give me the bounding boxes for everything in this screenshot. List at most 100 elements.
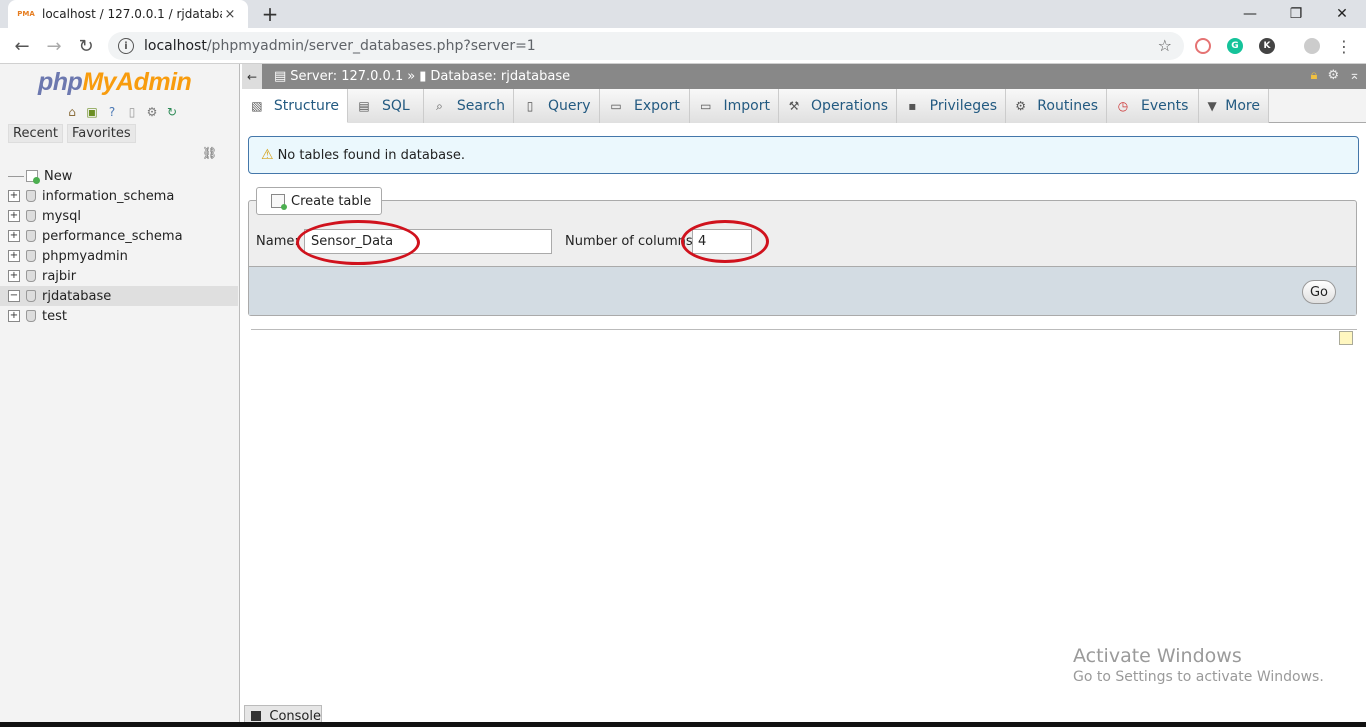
- reload-nav-icon[interactable]: ↻: [164, 104, 180, 120]
- num-columns-label: Number of columns:: [565, 234, 698, 249]
- import-icon: ▭: [700, 99, 712, 113]
- create-table-legend: Create table: [256, 187, 383, 215]
- database-menu-tabs: ▧ Structure ▤ SQL ⌕ Search ▯ Query ▭ Exp…: [242, 89, 1366, 123]
- navigation-panel: phpMyAdmin ⌂ ▣ ? ▯ ⚙ ↻ Recent Favorites …: [0, 64, 240, 727]
- url-host: localhost: [144, 38, 207, 54]
- recent-tab[interactable]: Recent: [8, 124, 63, 143]
- table-add-icon: [271, 194, 287, 210]
- query-icon: ▯: [526, 99, 534, 113]
- database-icon: [26, 190, 36, 202]
- warning-icon: ⚠: [261, 147, 274, 163]
- minimize-panel-icon[interactable]: ⌅: [1349, 68, 1360, 83]
- tab-privileges[interactable]: ▪ Privileges: [897, 89, 1006, 123]
- profile-avatar[interactable]: [1304, 38, 1320, 54]
- db-item-performance-schema[interactable]: + performance_schema: [0, 226, 238, 246]
- expand-icon[interactable]: +: [8, 310, 20, 322]
- adblock-extension-icon[interactable]: [1195, 38, 1211, 54]
- database-icon: [26, 230, 36, 242]
- tab-close-icon[interactable]: ×: [222, 7, 238, 22]
- expand-icon[interactable]: +: [8, 190, 20, 202]
- restore-button[interactable]: ❐: [1273, 0, 1319, 28]
- phpmyadmin-logo[interactable]: phpMyAdmin: [38, 68, 192, 97]
- privileges-icon: ▪: [908, 99, 917, 113]
- browser-menu-button[interactable]: ⋮: [1332, 34, 1356, 58]
- new-tab-button[interactable]: +: [258, 2, 282, 26]
- new-database-item[interactable]: New: [0, 166, 238, 186]
- note-icon[interactable]: [1339, 331, 1353, 345]
- tab-routines[interactable]: ⚙ Routines: [1006, 89, 1107, 123]
- breadcrumb-database[interactable]: ▮ Database: rjdatabase: [419, 69, 570, 84]
- tab-query[interactable]: ▯ Query: [514, 89, 600, 123]
- db-name: phpmyadmin: [42, 248, 128, 264]
- tab-label: Privileges: [929, 98, 997, 114]
- database-icon: [26, 250, 36, 262]
- bookmark-star-icon[interactable]: ☆: [1158, 36, 1172, 55]
- db-item-rajbir[interactable]: + rajbir: [0, 266, 238, 286]
- breadcrumb: ← ▤ Server: 127.0.0.1 » ▮ Database: rjda…: [242, 64, 1366, 89]
- window-close-button[interactable]: ✕: [1319, 0, 1365, 28]
- db-item-phpmyadmin[interactable]: + phpmyadmin: [0, 246, 238, 266]
- database-icon: [26, 310, 36, 322]
- expand-icon[interactable]: +: [8, 270, 20, 282]
- collapse-icon[interactable]: −: [8, 290, 20, 302]
- tab-search[interactable]: ⌕ Search: [424, 89, 514, 123]
- help-icon[interactable]: ?: [104, 104, 120, 120]
- tab-import[interactable]: ▭ Import: [690, 89, 779, 123]
- favorites-tab[interactable]: Favorites: [66, 124, 136, 143]
- lock-icon[interactable]: 🔒︎: [1311, 68, 1318, 83]
- num-columns-input[interactable]: [692, 229, 752, 254]
- db-item-mysql[interactable]: + mysql: [0, 206, 238, 226]
- tab-events[interactable]: ◷ Events: [1107, 89, 1199, 123]
- breadcrumb-separator: »: [407, 69, 416, 84]
- tab-sql[interactable]: ▤ SQL: [348, 89, 424, 123]
- settings-icon[interactable]: ⚙: [144, 104, 160, 120]
- back-button[interactable]: ←: [10, 34, 34, 58]
- tab-structure[interactable]: ▧ Structure: [242, 89, 348, 123]
- docs-icon[interactable]: ▯: [124, 104, 140, 120]
- url-path: /phpmyadmin/server_databases.php?server=…: [206, 38, 536, 54]
- forward-button[interactable]: →: [42, 34, 66, 58]
- expand-icon[interactable]: +: [8, 250, 20, 262]
- expand-icon[interactable]: +: [8, 230, 20, 242]
- settings-icon[interactable]: ⚙: [1327, 68, 1339, 83]
- export-icon: ▭: [610, 99, 622, 113]
- tab-more[interactable]: ▼ More: [1199, 89, 1269, 123]
- logo-myadmin: MyAdmin: [82, 68, 192, 96]
- k-extension-icon[interactable]: K: [1259, 38, 1275, 54]
- home-icon[interactable]: ⌂: [64, 104, 80, 120]
- tab-label: More: [1225, 98, 1260, 114]
- notice-message: ⚠ No tables found in database.: [248, 136, 1359, 174]
- server-icon: ▤: [274, 69, 287, 84]
- table-name-label: Name:: [256, 234, 299, 249]
- new-db-icon: [26, 170, 40, 184]
- divider: [251, 329, 1357, 330]
- db-name: mysql: [42, 208, 81, 224]
- db-item-rjdatabase[interactable]: − rjdatabase: [0, 286, 238, 306]
- db-item-information-schema[interactable]: + information_schema: [0, 186, 238, 206]
- collapse-nav-button[interactable]: ←: [242, 64, 262, 89]
- go-button[interactable]: Go: [1302, 280, 1336, 304]
- recent-favorites-tabs: Recent Favorites: [8, 124, 136, 143]
- tab-export[interactable]: ▭ Export: [600, 89, 690, 123]
- tab-operations[interactable]: ⚒ Operations: [779, 89, 897, 123]
- grammarly-extension-icon[interactable]: G: [1227, 38, 1243, 54]
- watermark-title: Activate Windows: [1073, 645, 1242, 667]
- browser-tab[interactable]: PMA localhost / 127.0.0.1 / rjdatabase ×: [8, 0, 248, 28]
- wrench-icon: ⚒: [788, 99, 800, 113]
- table-name-input[interactable]: [304, 229, 552, 254]
- reload-button[interactable]: ↻: [74, 34, 98, 58]
- minimize-button[interactable]: —: [1227, 0, 1273, 28]
- url-text: localhost/phpmyadmin/server_databases.ph…: [144, 38, 536, 54]
- address-bar[interactable]: i localhost/phpmyadmin/server_databases.…: [108, 32, 1184, 60]
- db-name: rajbir: [42, 268, 77, 284]
- link-with-main-icon[interactable]: ⛓: [202, 146, 217, 160]
- tab-label: Search: [456, 98, 505, 114]
- expand-icon[interactable]: +: [8, 210, 20, 222]
- watermark-subtitle: Go to Settings to activate Windows.: [1073, 669, 1324, 685]
- pma-favicon-icon: PMA: [17, 10, 35, 18]
- tab-label: Query: [548, 98, 591, 114]
- logout-icon[interactable]: ▣: [84, 104, 100, 120]
- breadcrumb-server[interactable]: ▤ Server: 127.0.0.1: [274, 69, 403, 84]
- info-icon[interactable]: i: [118, 38, 134, 54]
- db-item-test[interactable]: + test: [0, 306, 238, 326]
